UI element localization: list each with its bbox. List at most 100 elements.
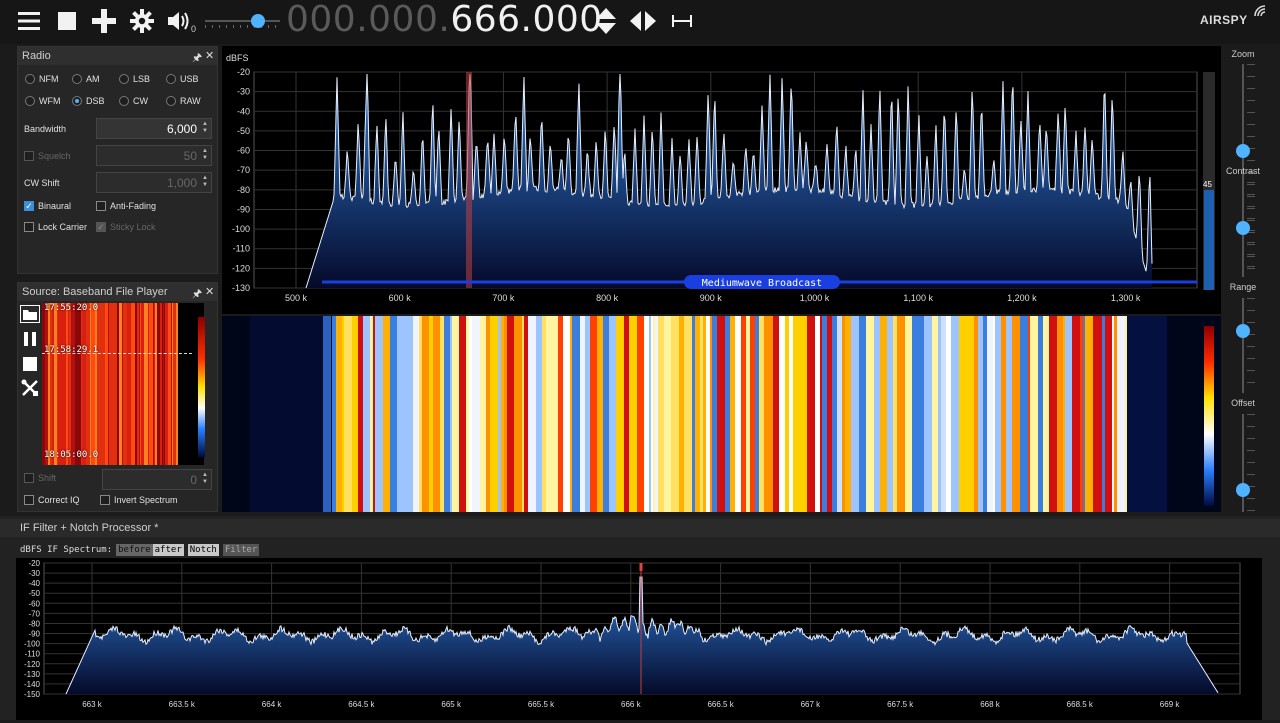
waterfall-column	[1102, 316, 1105, 512]
cw-shift-input[interactable]: 1,000 ▲ ▼	[96, 172, 212, 193]
close-icon[interactable]: ✕	[205, 49, 214, 62]
volume-slider-knob[interactable]	[250, 14, 265, 28]
lock-carrier-checkbox-box[interactable]	[24, 222, 34, 232]
file-waterfall[interactable]	[42, 303, 212, 465]
menu-icon[interactable]	[14, 6, 44, 36]
y-tick-label: -50	[237, 126, 250, 136]
mode-radio-dot[interactable]	[166, 74, 176, 84]
correct-iq-checkbox[interactable]: Correct IQ	[24, 495, 80, 505]
waterfall-column	[383, 316, 390, 512]
before-button[interactable]: before	[116, 544, 153, 556]
mode-radio-dot[interactable]	[25, 96, 35, 106]
mode-radio-dot[interactable]	[72, 74, 82, 84]
zoom-slider-knob[interactable]	[1236, 144, 1250, 158]
filter-button[interactable]: Filter	[222, 544, 260, 556]
stop-playback-icon[interactable]	[22, 356, 38, 372]
spectrum-analyzer[interactable]: -20 -30 -40 -50 -60 -70 -80 -90 -100 -110 -120 -130…	[222, 46, 1221, 314]
binaural-checkbox[interactable]: ✓ Binaural	[24, 201, 71, 211]
sticky-lock-checkbox[interactable]: ✓ Sticky Lock	[96, 222, 156, 232]
binaural-checkbox-box[interactable]: ✓	[24, 201, 34, 211]
squelch-checkbox-box[interactable]	[24, 151, 34, 161]
waterfall-column	[874, 316, 880, 512]
squelch-spinner-icon[interactable]: ▲ ▼	[202, 148, 208, 162]
invert-spectrum-checkbox-box[interactable]	[100, 495, 110, 505]
mode-radio-dot[interactable]	[25, 74, 35, 84]
offset-slider-knob[interactable]	[1236, 483, 1250, 497]
tools-icon[interactable]	[21, 379, 39, 397]
shift-checkbox[interactable]: Shift	[24, 473, 56, 483]
invert-spectrum-label: Invert Spectrum	[114, 495, 178, 505]
tuning-step-up-down-icon[interactable]	[591, 6, 621, 36]
file-waterfall-column	[160, 303, 162, 465]
tuning-left-right-icon[interactable]	[628, 6, 658, 36]
mode-radio-dsb[interactable]: DSB	[72, 96, 105, 106]
pin-icon[interactable]: 🖈	[192, 49, 202, 68]
waterfall-image[interactable]	[222, 316, 1221, 512]
correct-iq-checkbox-box[interactable]	[24, 495, 34, 505]
bandwidth-input[interactable]: 6,000 ▲ ▼	[96, 118, 212, 139]
open-folder-icon[interactable]	[20, 305, 40, 323]
waterfall-column	[750, 316, 755, 512]
mode-radio-nfm[interactable]: NFM	[25, 74, 59, 84]
lock-carrier-checkbox[interactable]: Lock Carrier	[24, 222, 87, 232]
close-icon[interactable]: ✕	[205, 285, 214, 298]
cw-shift-label: CW Shift	[24, 178, 60, 188]
range-slider-knob[interactable]	[1236, 324, 1250, 338]
shift-checkbox-box[interactable]	[24, 473, 34, 483]
mode-radio-wfm[interactable]: WFM	[25, 96, 61, 106]
mode-radio-dot[interactable]	[72, 96, 82, 106]
mode-radio-cw[interactable]: CW	[119, 96, 148, 106]
airspy-logo: AIRSPY	[1200, 13, 1248, 27]
waterfall-column	[1030, 316, 1038, 512]
notch-button[interactable]: Notch	[187, 544, 219, 556]
sticky-lock-checkbox-box[interactable]: ✓	[96, 222, 106, 232]
waterfall-column	[459, 316, 466, 512]
y-tick-label: -140	[24, 680, 41, 689]
cw-shift-spinner-icon[interactable]: ▲ ▼	[202, 175, 208, 189]
pin-icon[interactable]: 🖈	[192, 285, 202, 304]
pause-icon[interactable]	[22, 331, 38, 347]
anti-fading-checkbox-box[interactable]	[96, 201, 106, 211]
if-center-marker-head[interactable]	[639, 563, 643, 571]
waterfall-column	[822, 316, 827, 512]
file-waterfall-column	[86, 303, 90, 465]
waterfall-display[interactable]	[222, 316, 1221, 512]
source-panel-title: Source: Baseband File Player	[22, 286, 168, 298]
span-width-icon[interactable]	[667, 6, 697, 36]
mode-radio-dot[interactable]	[166, 96, 176, 106]
tuned-frequency-marker[interactable]	[466, 72, 472, 288]
x-tick-label: 700 k	[492, 293, 515, 303]
invert-spectrum-checkbox[interactable]: Invert Spectrum	[100, 495, 178, 505]
waterfall-column	[585, 316, 590, 512]
radio-panel-title: Radio	[22, 50, 51, 62]
frequency-display[interactable]: 000.000.666.000	[286, 0, 603, 42]
squelch-checkbox[interactable]: Squelch	[24, 151, 71, 161]
bandwidth-spinner-icon[interactable]: ▲ ▼	[202, 121, 208, 135]
if-spectrum[interactable]: -20 -30 -40 -50 -60 -70 -80 -90 -100 -110 -120 -130…	[16, 558, 1262, 720]
waterfall-column	[472, 316, 480, 512]
mode-radio-am[interactable]: AM	[72, 74, 100, 84]
shift-input[interactable]: 0 ▲ ▼	[102, 469, 212, 490]
range-slider-track[interactable]	[1242, 298, 1244, 393]
anti-fading-checkbox[interactable]: Anti-Fading	[96, 201, 156, 211]
contrast-slider-knob[interactable]	[1236, 221, 1250, 235]
if-spectrum-plot[interactable]: -20-30-40-50-60-70-80 -90-100-110-120-130…	[16, 558, 1262, 720]
waterfall-column	[452, 316, 459, 512]
stop-icon[interactable]	[52, 6, 82, 36]
squelch-input[interactable]: 50 ▲ ▼	[96, 145, 212, 166]
shift-spinner-icon[interactable]: ▲ ▼	[202, 472, 208, 486]
mode-radio-raw[interactable]: RAW	[166, 96, 201, 106]
offset-slider-track[interactable]	[1242, 414, 1244, 512]
after-button[interactable]: after	[152, 544, 184, 556]
spectrum-plot[interactable]: -20 -30 -40 -50 -60 -70 -80 -90 -100 -110 -120 -130…	[222, 46, 1221, 314]
mode-radio-dot[interactable]	[119, 74, 129, 84]
mode-radio-dot[interactable]	[119, 96, 129, 106]
mode-radio-label: AM	[86, 74, 100, 84]
waterfall-column	[528, 316, 536, 512]
add-icon[interactable]	[89, 6, 119, 36]
file-waterfall-column	[42, 303, 45, 465]
mode-radio-lsb[interactable]: LSB	[119, 74, 150, 84]
mode-radio-usb[interactable]: USB	[166, 74, 199, 84]
gear-icon[interactable]	[127, 6, 157, 36]
volume-slider[interactable]	[205, 12, 280, 30]
